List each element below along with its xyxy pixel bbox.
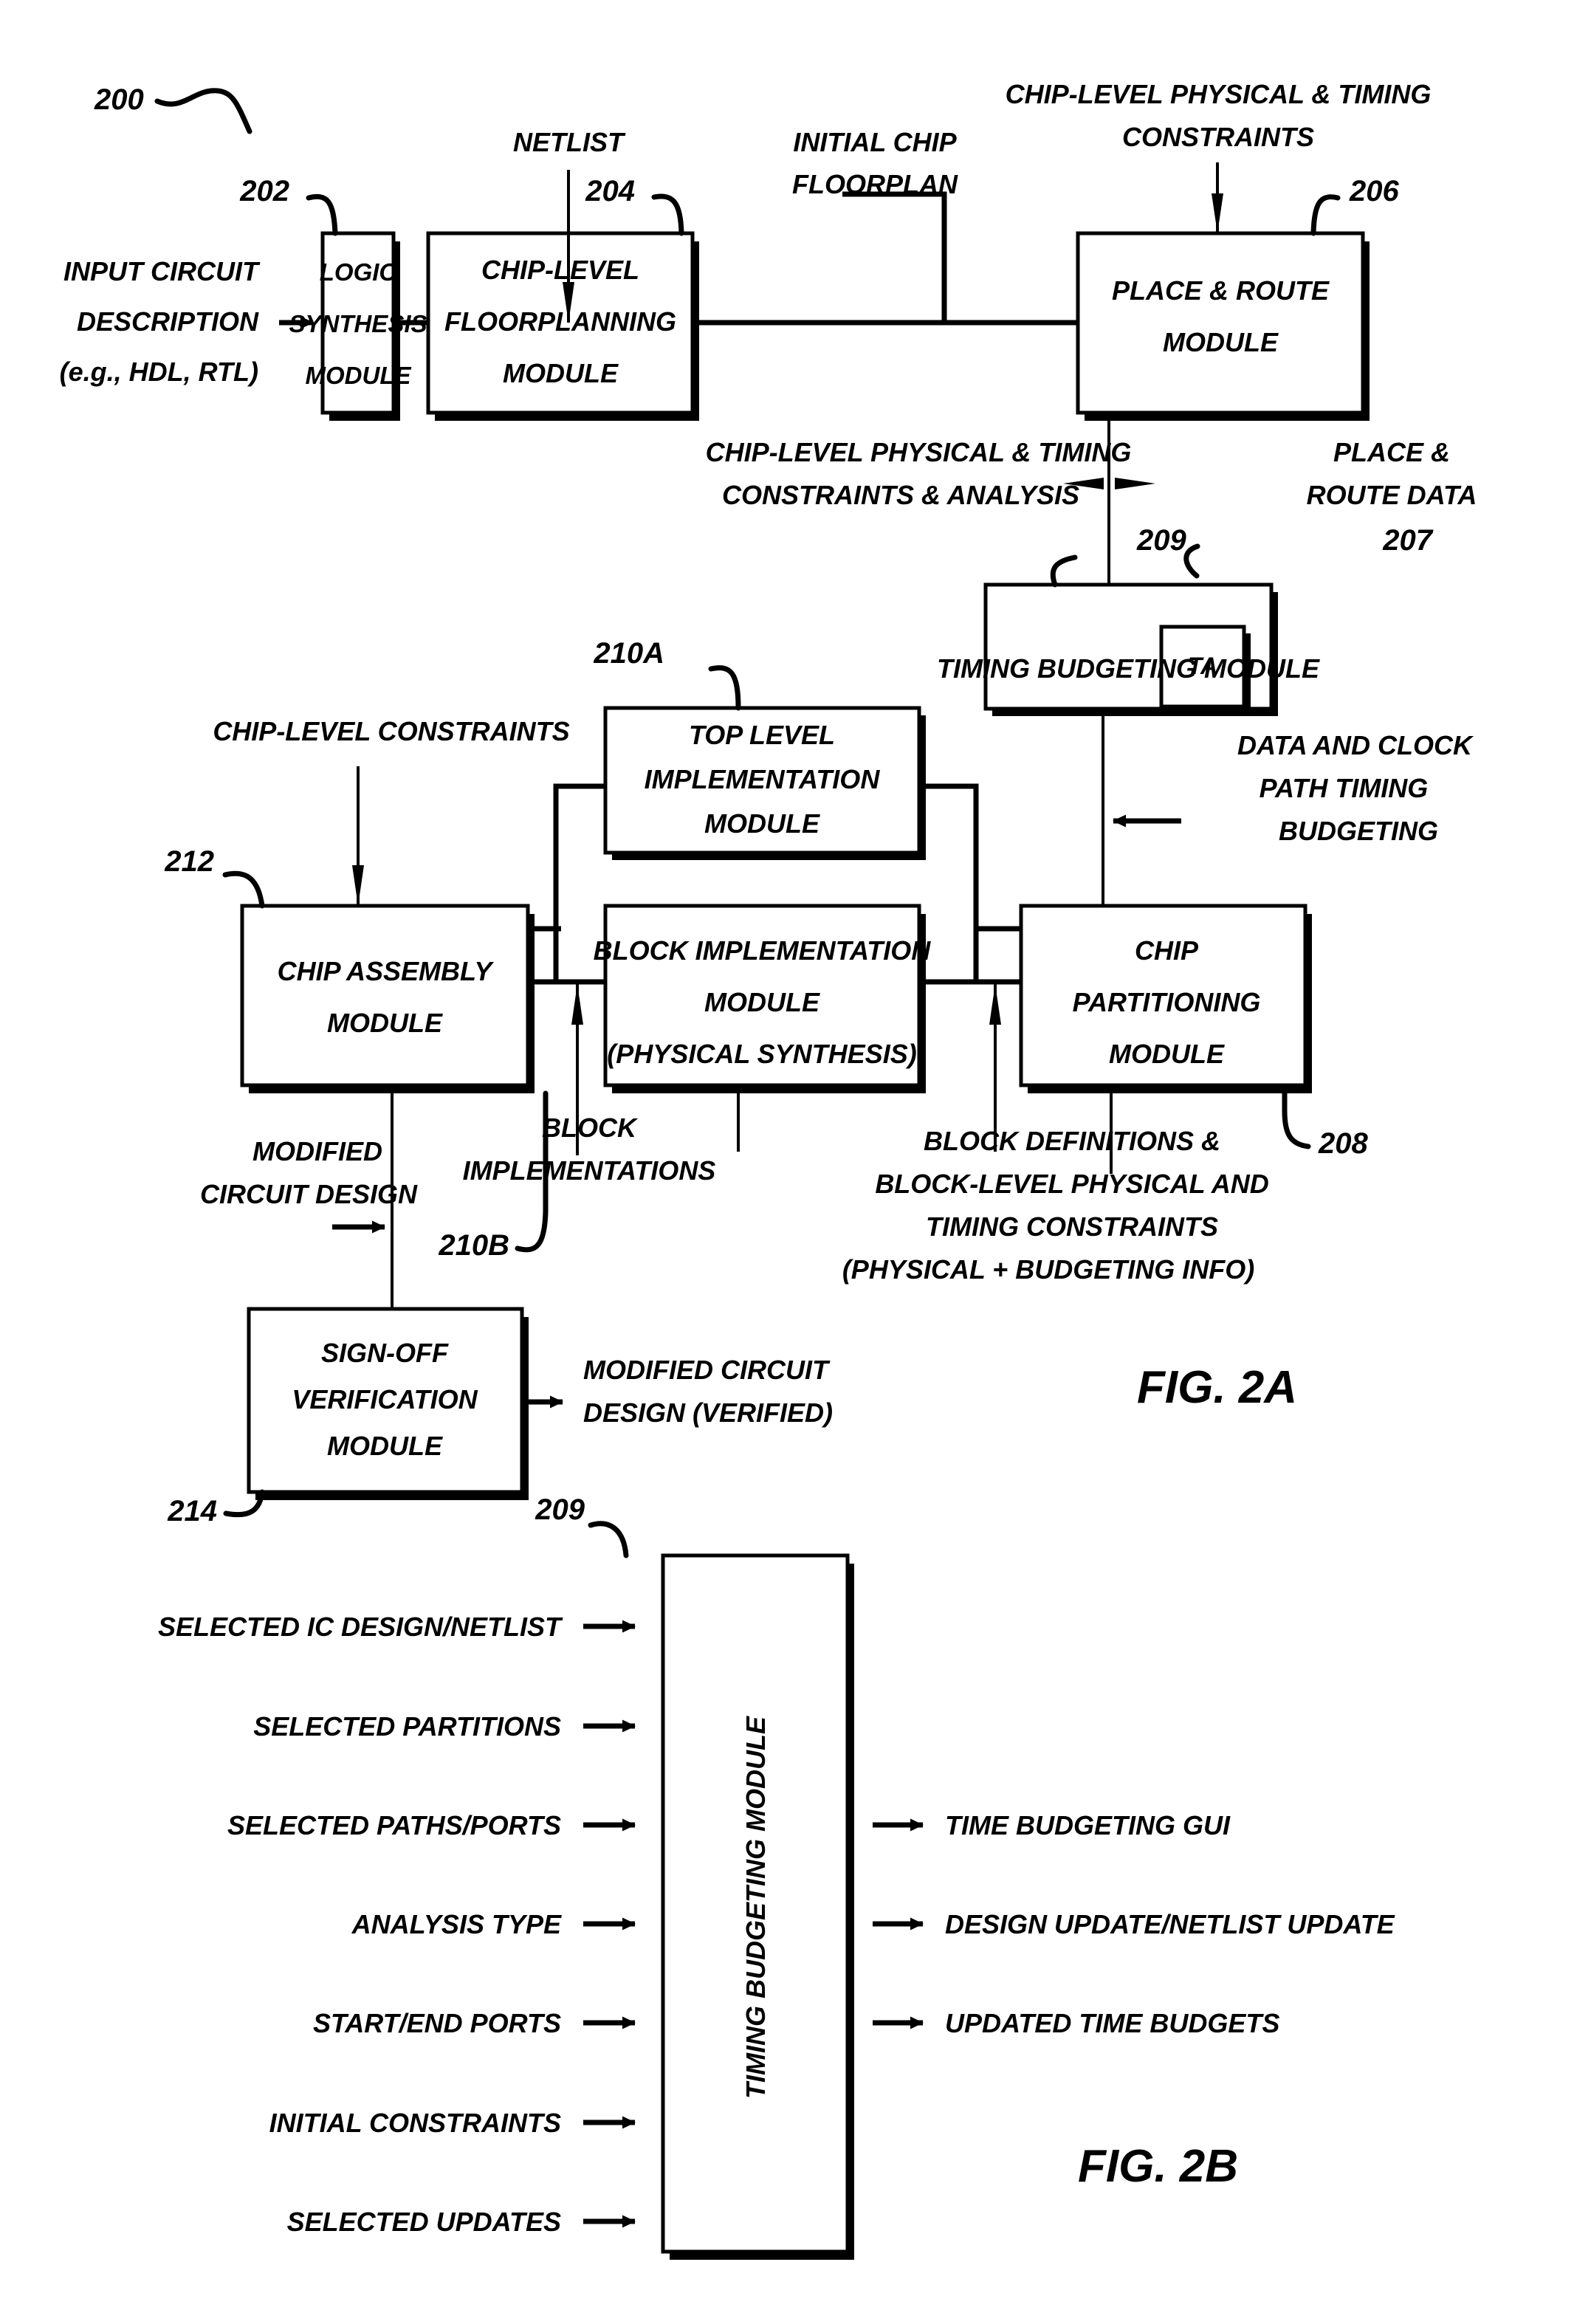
ref-number-209-fig2b: 209 <box>535 1493 585 1526</box>
ref-number-208: 208 <box>1318 1127 1368 1160</box>
fig2b-input-4: START/END PORTS <box>313 2008 561 2038</box>
label-constraints-analysis-line1: CHIP-LEVEL PHYSICAL & TIMING <box>706 437 1132 467</box>
box-chip-partitioning-line3: MODULE <box>1109 1039 1225 1069</box>
box-sign-off-verification-line1: SIGN-OFF <box>321 1338 449 1368</box>
box-block-implementation-line3: (PHYSICAL SYNTHESIS) <box>607 1039 916 1069</box>
box-place-and-route-line2: MODULE <box>1163 327 1279 357</box>
box-ta-badge-label: TA <box>1188 653 1217 679</box>
box-top-level-implementation-line3: MODULE <box>704 808 820 839</box>
label-block-definitions-line4: (PHYSICAL + BUDGETING INFO) <box>842 1254 1254 1285</box>
label-modified-circuit-design-line2: CIRCUIT DESIGN <box>200 1179 418 1209</box>
box-chip-partitioning-line2: PARTITIONING <box>1073 987 1261 1017</box>
fig2b-output-2: UPDATED TIME BUDGETS <box>945 2008 1279 2038</box>
box-top-level-implementation-line1: TOP LEVEL <box>689 720 835 750</box>
ref-number-200: 200 <box>94 83 144 116</box>
box-chip-partitioning-line1: CHIP <box>1135 935 1199 966</box>
label-block-implementations-line2: IMPLEMENTATIONS <box>463 1155 716 1186</box>
label-input-circuit-description-line1: INPUT CIRCUIT <box>63 256 261 286</box>
fig2b-output-0: TIME BUDGETING GUI <box>945 1810 1231 1840</box>
ref-number-210A: 210A <box>593 637 664 670</box>
box-chip-assembly-line2: MODULE <box>327 1008 443 1038</box>
label-modified-circuit-design-verified-line1: MODIFIED CIRCUIT <box>583 1355 831 1385</box>
ref-number-202: 202 <box>239 175 289 207</box>
ref-number-204: 204 <box>585 175 635 207</box>
label-input-circuit-description-line2: DESCRIPTION <box>77 306 259 337</box>
box-logic-synthesis-line2: SYNTHESIS <box>289 310 427 337</box>
label-data-clock-path-line3: BUDGETING <box>1279 816 1438 846</box>
ref-number-212: 212 <box>164 845 214 878</box>
box-logic-synthesis-line1: LOGIC <box>320 258 398 286</box>
box-sign-off-verification-line3: MODULE <box>327 1431 443 1461</box>
box-logic-synthesis-line3: MODULE <box>306 362 412 389</box>
fig2b-input-6: SELECTED UPDATES <box>287 2207 561 2237</box>
label-block-definitions-line3: TIMING CONSTRAINTS <box>926 1211 1218 1242</box>
box-block-implementation-line1: BLOCK IMPLEMENTATION <box>594 935 932 966</box>
label-input-circuit-description-line3: (e.g., HDL, RTL) <box>60 357 258 387</box>
figure-2a-label: FIG. 2A <box>1137 1362 1297 1413</box>
box-chip-assembly-line1: CHIP ASSEMBLY <box>278 956 495 986</box>
label-modified-circuit-design-verified-line2: DESIGN (VERIFIED) <box>583 1398 833 1428</box>
fig2b-input-5: INITIAL CONSTRAINTS <box>269 2108 561 2138</box>
label-netlist: NETLIST <box>513 127 626 157</box>
label-initial-chip-floorplan-line2: FLOORPLAN <box>792 169 958 199</box>
patent-figure-page: 200 202 204 206 209 207 210A 212 210B 20… <box>0 0 1591 2324</box>
figure-2b-label: FIG. 2B <box>1078 2141 1238 2192</box>
figure-text-layer: 200 202 204 206 209 207 210A 212 210B 20… <box>60 79 1477 2237</box>
label-data-clock-path-line1: DATA AND CLOCK <box>1237 730 1474 760</box>
box-timing-budgeting-fig2b-label: TIMING BUDGETING MODULE <box>740 1716 771 2099</box>
ref-number-207: 207 <box>1382 524 1433 557</box>
fig2b-input-2: SELECTED PATHS/PORTS <box>227 1810 561 1840</box>
ref-number-206: 206 <box>1349 175 1399 207</box>
label-initial-chip-floorplan-line1: INITIAL CHIP <box>793 127 957 157</box>
box-chip-level-floorplanning-line1: CHIP-LEVEL <box>481 255 639 285</box>
label-chip-level-constraints: CHIP-LEVEL CONSTRAINTS <box>213 716 569 746</box>
fig2b-input-0: SELECTED IC DESIGN/NETLIST <box>158 1612 563 1642</box>
label-block-definitions-line2: BLOCK-LEVEL PHYSICAL AND <box>875 1169 1268 1199</box>
box-top-level-implementation-line2: IMPLEMENTATION <box>645 764 881 794</box>
fig2b-input-1: SELECTED PARTITIONS <box>253 1711 561 1742</box>
label-chip-level-constraints-top-line2: CONSTRAINTS <box>1122 122 1314 152</box>
fig2b-input-3: ANALYSIS TYPE <box>351 1909 562 1939</box>
box-chip-level-floorplanning-line3: MODULE <box>503 358 619 388</box>
label-modified-circuit-design-line1: MODIFIED <box>252 1136 382 1166</box>
ref-number-214: 214 <box>167 1495 217 1527</box>
label-block-definitions-line1: BLOCK DEFINITIONS & <box>924 1126 1220 1156</box>
box-block-implementation-line2: MODULE <box>704 987 820 1017</box>
label-data-clock-path-line2: PATH TIMING <box>1260 773 1429 803</box>
label-chip-level-constraints-top-line1: CHIP-LEVEL PHYSICAL & TIMING <box>1006 79 1432 109</box>
ref-number-209: 209 <box>1136 524 1186 557</box>
fig2b-output-1: DESIGN UPDATE/NETLIST UPDATE <box>945 1909 1395 1939</box>
box-chip-level-floorplanning-line2: FLOORPLANNING <box>444 306 676 337</box>
label-place-route-data-line2: ROUTE DATA <box>1307 480 1477 510</box>
ref-number-210B: 210B <box>438 1229 509 1262</box>
label-block-implementations-line1: BLOCK <box>542 1113 639 1143</box>
box-place-and-route-line1: PLACE & ROUTE <box>1112 275 1330 306</box>
box-timing-budgeting-line1: TIMING BUDGETING MODULE <box>937 653 1320 684</box>
label-constraints-analysis-line2: CONSTRAINTS & ANALYSIS <box>722 480 1079 510</box>
box-sign-off-verification-line2: VERIFICATION <box>292 1384 478 1414</box>
label-place-route-data-line1: PLACE & <box>1333 437 1450 467</box>
